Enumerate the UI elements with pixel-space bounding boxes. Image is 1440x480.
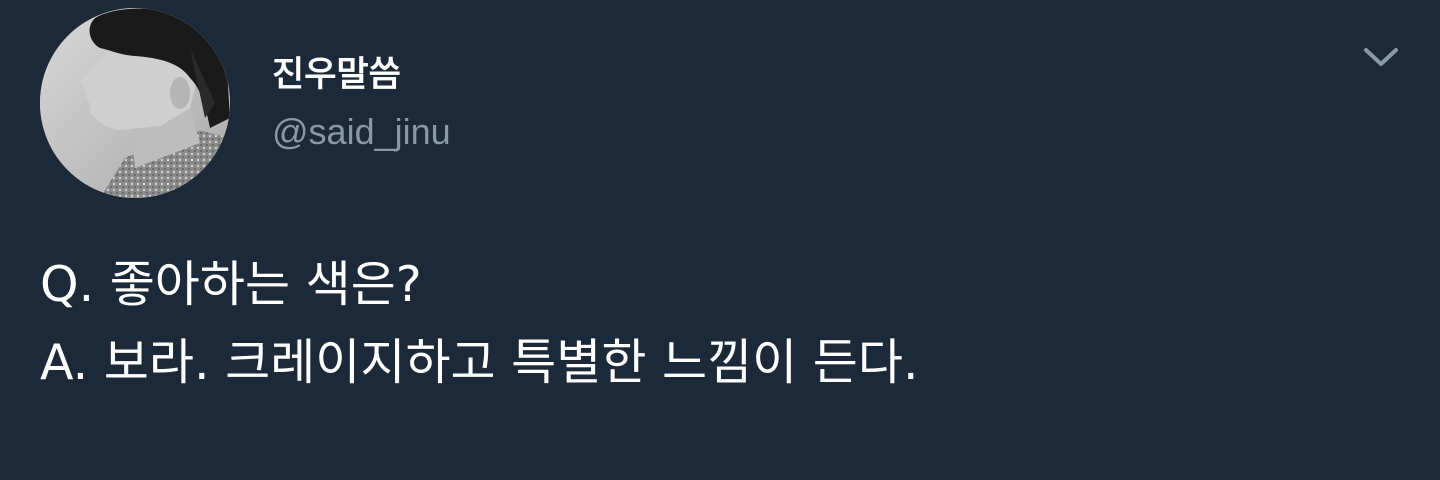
display-name[interactable]: 진우말씀 (272, 46, 401, 97)
avatar-photo (40, 8, 230, 198)
user-handle[interactable]: @said_jinu (272, 111, 451, 153)
tweet-answer-line: A. 보라. 크레이지하고 특별한 느낌이 든다. (40, 334, 919, 391)
chevron-down-icon[interactable] (1356, 36, 1406, 80)
avatar[interactable] (40, 8, 230, 198)
tweet-card: 진우말씀 @said_jinu Q. 좋아하는 색은? A. 보라. 크레이지하… (0, 0, 1440, 480)
tweet-text: Q. 좋아하는 색은? A. 보라. 크레이지하고 특별한 느낌이 든다. (40, 246, 1400, 402)
tweet-question-line: Q. 좋아하는 색은? (40, 256, 422, 313)
